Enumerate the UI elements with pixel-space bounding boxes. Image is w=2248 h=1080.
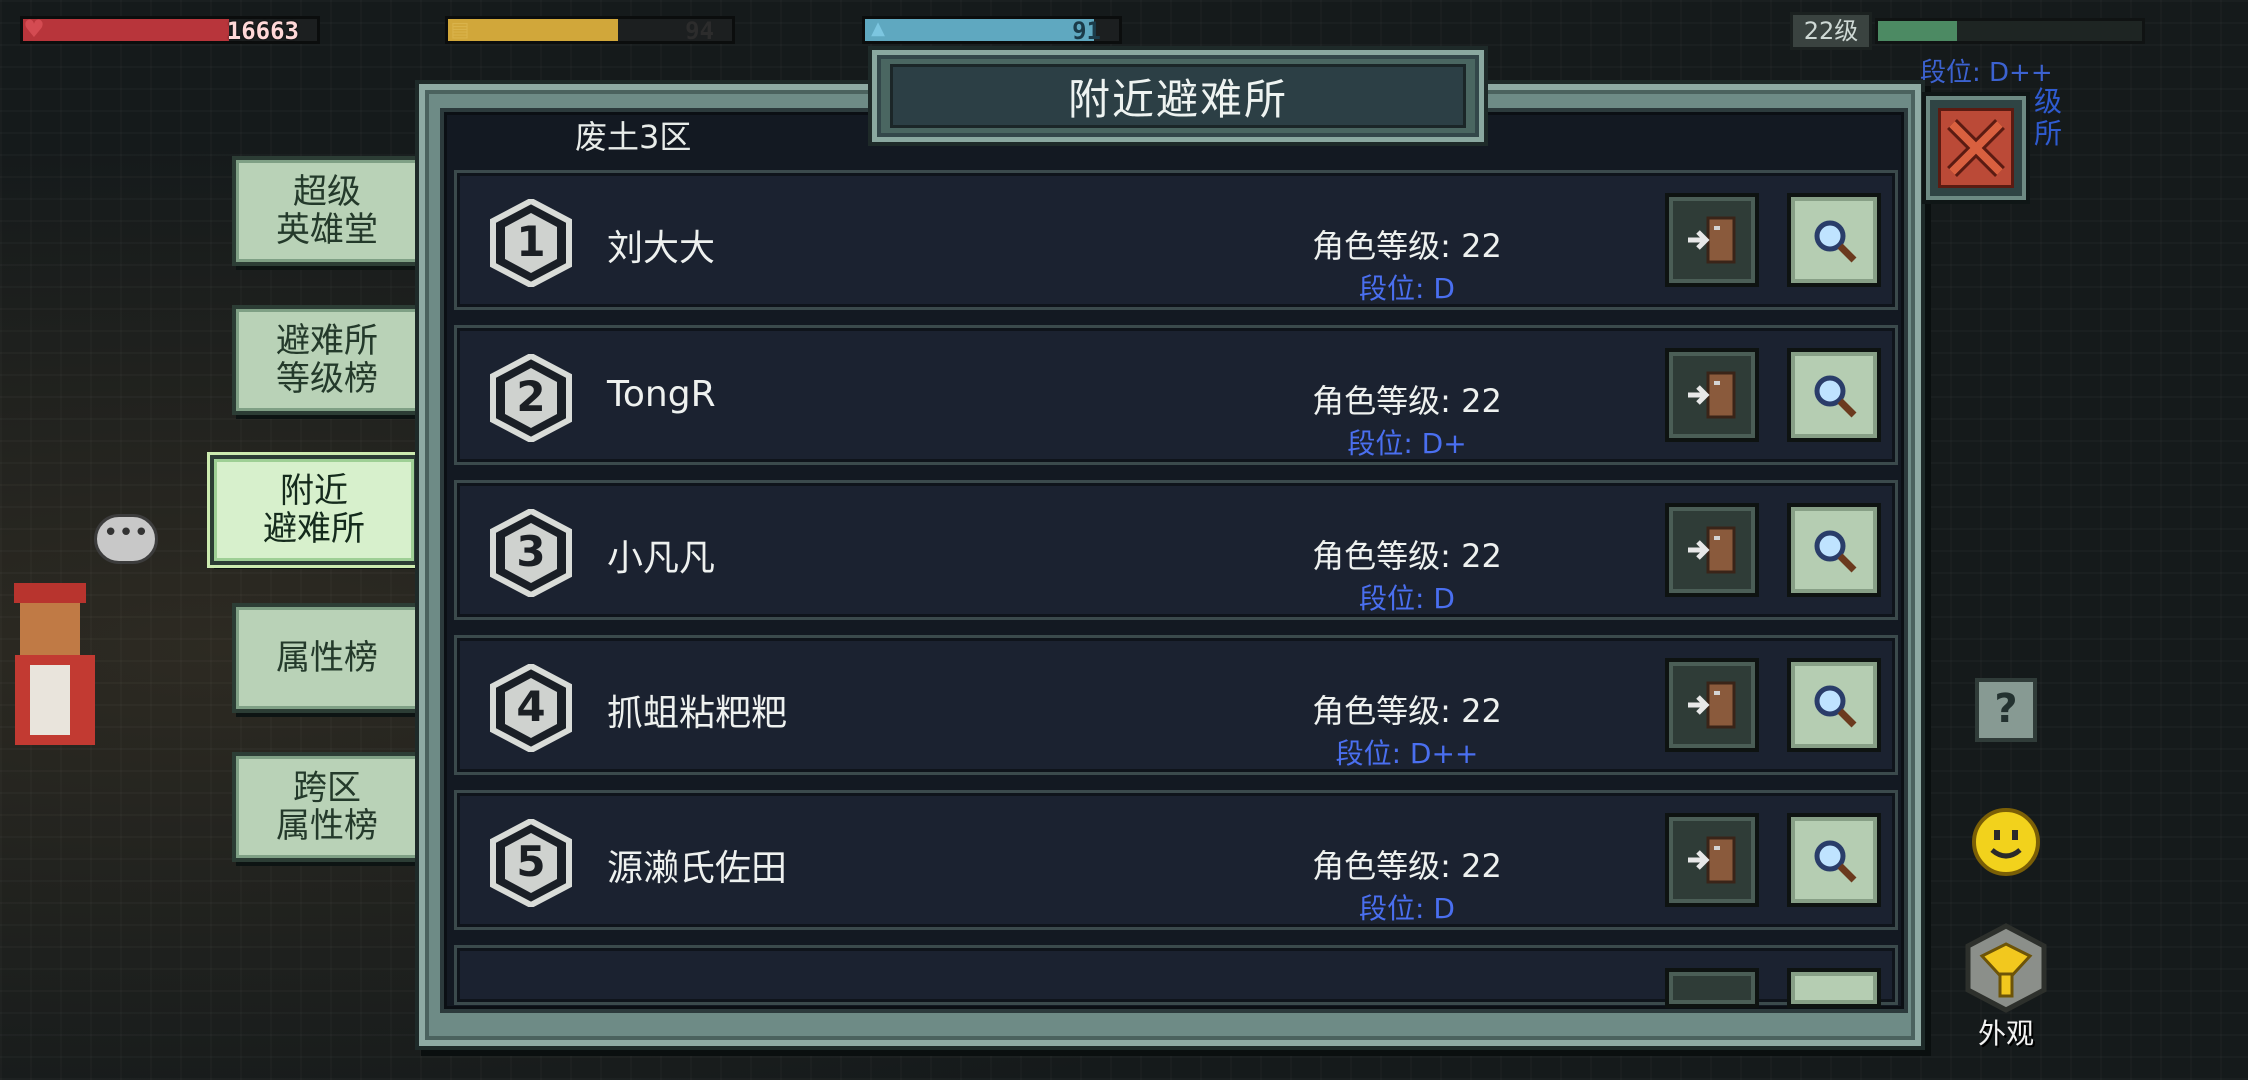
player-name: 源濑氏佐田 [607, 848, 788, 889]
door-enter-icon [1688, 371, 1736, 419]
door-enter-icon [1688, 836, 1736, 884]
player-name: TongR [607, 374, 716, 415]
water-fill [865, 19, 1094, 41]
water-bar: 91 [862, 16, 1122, 45]
food-icon: ▤ [450, 17, 470, 41]
magnifier-icon [1814, 685, 1857, 728]
door-enter-icon [1688, 216, 1736, 264]
inspect-player-button[interactable] [1787, 503, 1881, 597]
list-item: 2 TongR 角色等级: 22 段位: D+ [454, 325, 1898, 465]
health-value: 16663 [226, 17, 299, 45]
rank-badge: 4 [489, 662, 573, 754]
door-enter-icon [1688, 526, 1736, 574]
xp-bar [1875, 18, 2145, 44]
tab-super-hero-hall[interactable]: 超级 英雄堂 [232, 156, 422, 266]
tab-nearby-shelters[interactable]: 附近 避难所 [210, 455, 418, 565]
inspect-player-button[interactable] [1787, 813, 1881, 907]
list-item: 1 刘大大 角色等级: 22 段位: D [454, 170, 1898, 310]
zone-label: 废土3区 [575, 118, 692, 156]
panel-title: 附近避难所 [1067, 74, 1288, 124]
help-button[interactable]: ? [1975, 678, 2037, 742]
rank-tier: 段位: D [1359, 582, 1455, 615]
rank-tier: 段位: D [1359, 272, 1455, 305]
inspect-player-button[interactable] [1787, 348, 1881, 442]
water-icon: ▲ [871, 18, 885, 39]
list-item: 4 抓蛆粘粑粑 角色等级: 22 段位: D++ [454, 635, 1898, 775]
side-level-text: 级所 [2034, 85, 2063, 150]
heart-icon: ♥ [23, 15, 45, 43]
rank-number: 5 [516, 837, 546, 886]
door-enter-icon [1688, 681, 1736, 729]
character-level: 角色等级: 22 [1312, 847, 1502, 885]
food-bar: 94 [445, 16, 735, 45]
food-value: 94 [685, 17, 714, 45]
magnifier-icon [1814, 375, 1857, 418]
close-x-icon [1938, 108, 2014, 188]
side-rank-text: 段位: D++ [1920, 58, 2053, 88]
background-character [0, 565, 120, 765]
health-fill [23, 19, 229, 41]
food-fill [448, 19, 619, 41]
health-bar: 16663 [20, 16, 320, 45]
player-name: 小凡凡 [607, 538, 716, 579]
rank-badge: 2 [489, 352, 573, 444]
tab-shelter-level-rank[interactable]: 避难所 等级榜 [232, 305, 422, 415]
panel-title-plate: 附近避难所 [868, 46, 1488, 146]
inspect-player-button[interactable] [1787, 968, 1881, 1008]
rank-number: 1 [516, 217, 546, 266]
visit-shelter-button[interactable] [1665, 658, 1759, 752]
visit-shelter-button[interactable] [1665, 193, 1759, 287]
water-value: 91 [1072, 17, 1101, 45]
list-item: 5 源濑氏佐田 角色等级: 22 段位: D [454, 790, 1898, 930]
rank-number: 4 [516, 682, 546, 731]
magnifier-icon [1814, 220, 1857, 263]
inspect-player-button[interactable] [1787, 658, 1881, 752]
player-name: 抓蛆粘粑粑 [607, 693, 788, 734]
rank-number: 2 [516, 372, 546, 421]
chat-bubble[interactable]: ••• [94, 514, 158, 564]
player-level-badge: 22级 [1790, 12, 1872, 50]
character-level: 角色等级: 22 [1312, 227, 1502, 265]
inspect-player-button[interactable] [1787, 193, 1881, 287]
rank-tier: 段位: D+ [1347, 427, 1467, 460]
tab-attribute-rank[interactable]: 属性榜 [232, 603, 422, 713]
rank-tier: 段位: D++ [1335, 737, 1479, 770]
xp-fill [1878, 21, 1958, 41]
character-level: 角色等级: 22 [1312, 537, 1502, 575]
visit-shelter-button[interactable] [1665, 503, 1759, 597]
appearance-label: 外观 [1977, 1017, 2034, 1050]
rank-badge: 1 [489, 197, 573, 289]
close-button[interactable] [1922, 92, 2030, 204]
appearance-icon [1965, 923, 2047, 1013]
rank-badge: 5 [489, 817, 573, 909]
character-level: 角色等级: 22 [1312, 382, 1502, 420]
emoji-button[interactable] [1970, 806, 2042, 878]
visit-shelter-button[interactable] [1665, 348, 1759, 442]
list-item: 3 小凡凡 角色等级: 22 段位: D [454, 480, 1898, 620]
smiley-icon [1972, 808, 2040, 876]
appearance-button[interactable] [1960, 922, 2052, 1022]
magnifier-icon [1814, 530, 1857, 573]
player-name: 刘大大 [607, 228, 716, 269]
rank-badge: 3 [489, 507, 573, 599]
magnifier-icon [1814, 840, 1857, 883]
list-item-partial [454, 945, 1898, 1008]
rank-tier: 段位: D [1359, 892, 1455, 925]
rank-number: 3 [516, 527, 546, 576]
visit-shelter-button[interactable] [1665, 968, 1759, 1008]
character-level: 角色等级: 22 [1312, 692, 1502, 730]
visit-shelter-button[interactable] [1665, 813, 1759, 907]
panel-title-core: 附近避难所 [890, 64, 1466, 128]
tab-cross-zone-attribute-rank[interactable]: 跨区 属性榜 [232, 752, 422, 862]
